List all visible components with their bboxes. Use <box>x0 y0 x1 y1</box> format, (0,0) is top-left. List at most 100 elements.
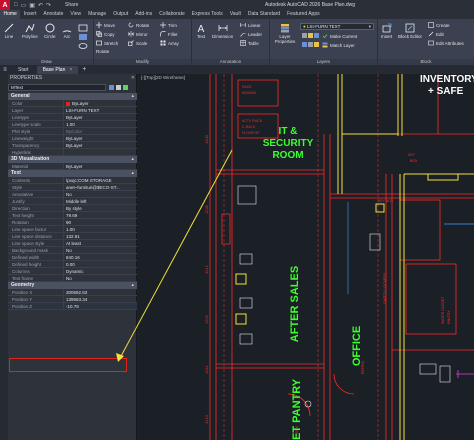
palette-title-strip[interactable] <box>0 74 8 440</box>
tab-view[interactable]: View <box>67 10 85 19</box>
tab-home[interactable]: Home <box>0 10 21 19</box>
insert-button[interactable]: Insert <box>381 23 392 39</box>
tab-express-tools[interactable]: Express Tools <box>188 10 226 19</box>
file-tabs: ≡ Start Base Plan × + <box>0 65 474 74</box>
draw-extra-icons[interactable] <box>78 24 90 50</box>
undo-icon[interactable]: ↶ <box>38 2 43 9</box>
copy-button[interactable]: Copy <box>96 31 115 37</box>
leader-button[interactable]: Leader <box>240 31 262 37</box>
property-row[interactable]: Transparency ByLayer <box>8 142 137 149</box>
property-row[interactable]: Justify Middle left <box>8 198 137 205</box>
tab-base-plan[interactable]: Base Plan × <box>36 65 79 74</box>
new-icon[interactable]: □ <box>14 2 18 9</box>
open-icon[interactable]: ▭ <box>21 2 27 9</box>
property-row[interactable]: Lineweight ByLayer <box>8 135 137 142</box>
property-row[interactable]: Text frame No <box>8 275 137 282</box>
block-editor-icon <box>405 23 415 33</box>
select-objects-icon[interactable] <box>116 84 121 90</box>
block-editor-button[interactable]: Block Editor <box>398 23 422 39</box>
close-icon[interactable]: ✕ <box>131 74 135 82</box>
rotate-button-2[interactable]: Rotate <box>128 22 149 28</box>
property-row[interactable]: Material ByLayer <box>8 163 137 170</box>
property-row[interactable]: Annotative No <box>8 191 137 198</box>
section-geometry[interactable]: Geometry ▴ <box>8 282 137 289</box>
property-row-position-y[interactable]: Position Y 139563.34 <box>8 296 137 303</box>
section-text[interactable]: Text ▴ <box>8 170 137 177</box>
autocad-logo[interactable]: A <box>0 0 10 10</box>
hamburger-menu-icon[interactable]: ≡ <box>0 65 10 74</box>
toggle-pickadd-icon[interactable] <box>109 84 114 90</box>
drawing-viewport[interactable]: RACK 800X600 ACTV RACK C-RACK FLOOR SP K… <box>138 74 474 440</box>
arc-button[interactable]: Arc <box>62 23 72 39</box>
edit-attributes-button[interactable]: Edit Attributes <box>428 40 464 46</box>
property-row[interactable]: Line space factor 1.00 <box>8 226 137 233</box>
linear-button[interactable]: Linear <box>240 22 261 28</box>
share-button[interactable]: Share <box>65 2 78 8</box>
property-row[interactable]: Background mask No <box>8 247 137 254</box>
property-row[interactable]: Line space distance 132.81 <box>8 233 137 240</box>
insert-icon <box>382 23 392 33</box>
close-tab-icon[interactable]: × <box>69 67 72 73</box>
tab-add-ins[interactable]: Add-ins <box>132 10 156 19</box>
tab-insert[interactable]: Insert <box>20 10 40 19</box>
section-3d-visualization[interactable]: 3D Visualization ▴ <box>8 156 137 163</box>
property-row[interactable]: Linetype scale 1.00 <box>8 121 137 128</box>
property-row[interactable]: Text height 79.69 <box>8 212 137 219</box>
tab-output[interactable]: Output <box>110 10 132 19</box>
property-row[interactable]: Color ByLayer <box>8 100 137 107</box>
tab-start[interactable]: Start <box>12 66 35 74</box>
rotate-button[interactable]: Rotate <box>96 49 109 54</box>
property-row[interactable]: Contents \pxqc;COM STORAGE <box>8 177 137 184</box>
property-row[interactable]: Defined width 840.16 <box>8 254 137 261</box>
mirror-button[interactable]: Mirror <box>128 31 148 37</box>
create-block-button[interactable]: Create <box>428 22 450 28</box>
match-layer-button[interactable]: Match Layer <box>322 42 355 48</box>
new-tab-button[interactable]: + <box>82 66 86 73</box>
layer-properties-button[interactable]: Layer Properties <box>274 23 296 44</box>
property-row[interactable]: Plot style ByColor <box>8 128 137 135</box>
trim-button[interactable]: Trim <box>160 22 177 28</box>
block-panel: Insert Block Editor Create Edit Edit Att… <box>378 19 474 65</box>
tab-manage[interactable]: Manage <box>85 10 110 19</box>
polyline-button[interactable]: Polyline <box>22 23 38 39</box>
tab-collaborate[interactable]: Collaborate <box>156 10 189 19</box>
dimension-button[interactable]: Dimension <box>212 23 233 39</box>
layer-combo[interactable]: ● LSI-FURN TEXT ▾ <box>300 23 374 30</box>
tab-annotate[interactable]: Annotate <box>40 10 67 19</box>
property-row[interactable]: Hyperlink <box>8 149 137 156</box>
property-row-position-z[interactable]: Position Z -10.78 <box>8 303 137 310</box>
quick-select-icon[interactable] <box>123 84 128 90</box>
property-row[interactable]: Layer LSI-FURN TEXT <box>8 107 137 114</box>
text-button[interactable]: A Text <box>196 23 206 39</box>
viewport-controls[interactable]: [-][Top][2D Wireframe] <box>141 75 185 80</box>
array-icon <box>160 40 166 46</box>
stretch-icon <box>96 40 102 46</box>
circle-button[interactable]: Circle <box>44 23 56 39</box>
line-button[interactable]: Line <box>4 23 14 39</box>
save-icon[interactable]: ▣ <box>29 2 35 9</box>
property-row-position-x[interactable]: Position X 300692.83 <box>8 289 137 296</box>
property-row[interactable]: Rotation 90 <box>8 219 137 226</box>
move-button[interactable]: Move <box>96 22 115 28</box>
property-row[interactable]: Style anet~furnituri@$ECO-ST... <box>8 184 137 191</box>
object-type-select[interactable]: MText <box>8 83 106 91</box>
svg-text:BOX: BOX <box>410 159 418 163</box>
tab-data-standard[interactable]: Data Standard <box>244 10 283 19</box>
scale-button[interactable]: Scale <box>128 40 147 46</box>
table-button[interactable]: Table <box>240 40 259 46</box>
property-row[interactable]: Line space style At least <box>8 240 137 247</box>
make-current-button[interactable]: Make Current <box>322 33 357 39</box>
stretch-button[interactable]: Stretch <box>96 40 118 46</box>
tab-vault[interactable]: Vault <box>226 10 244 19</box>
array-button[interactable]: Array <box>160 40 179 46</box>
redo-icon[interactable]: ↷ <box>46 2 51 9</box>
property-row[interactable]: Columns Dynamic <box>8 268 137 275</box>
section-general[interactable]: General ▴ <box>8 93 137 100</box>
property-row[interactable]: Linetype ByLayer <box>8 114 137 121</box>
property-row[interactable]: Defined height 0.00 <box>8 261 137 268</box>
edit-block-button[interactable]: Edit <box>428 31 444 37</box>
property-row[interactable]: Direction By style <box>8 205 137 212</box>
tab-featured-apps[interactable]: Featured Apps <box>284 10 324 19</box>
layer-tools-icons[interactable] <box>302 33 320 49</box>
fillet-button[interactable]: Fillet <box>160 31 178 37</box>
